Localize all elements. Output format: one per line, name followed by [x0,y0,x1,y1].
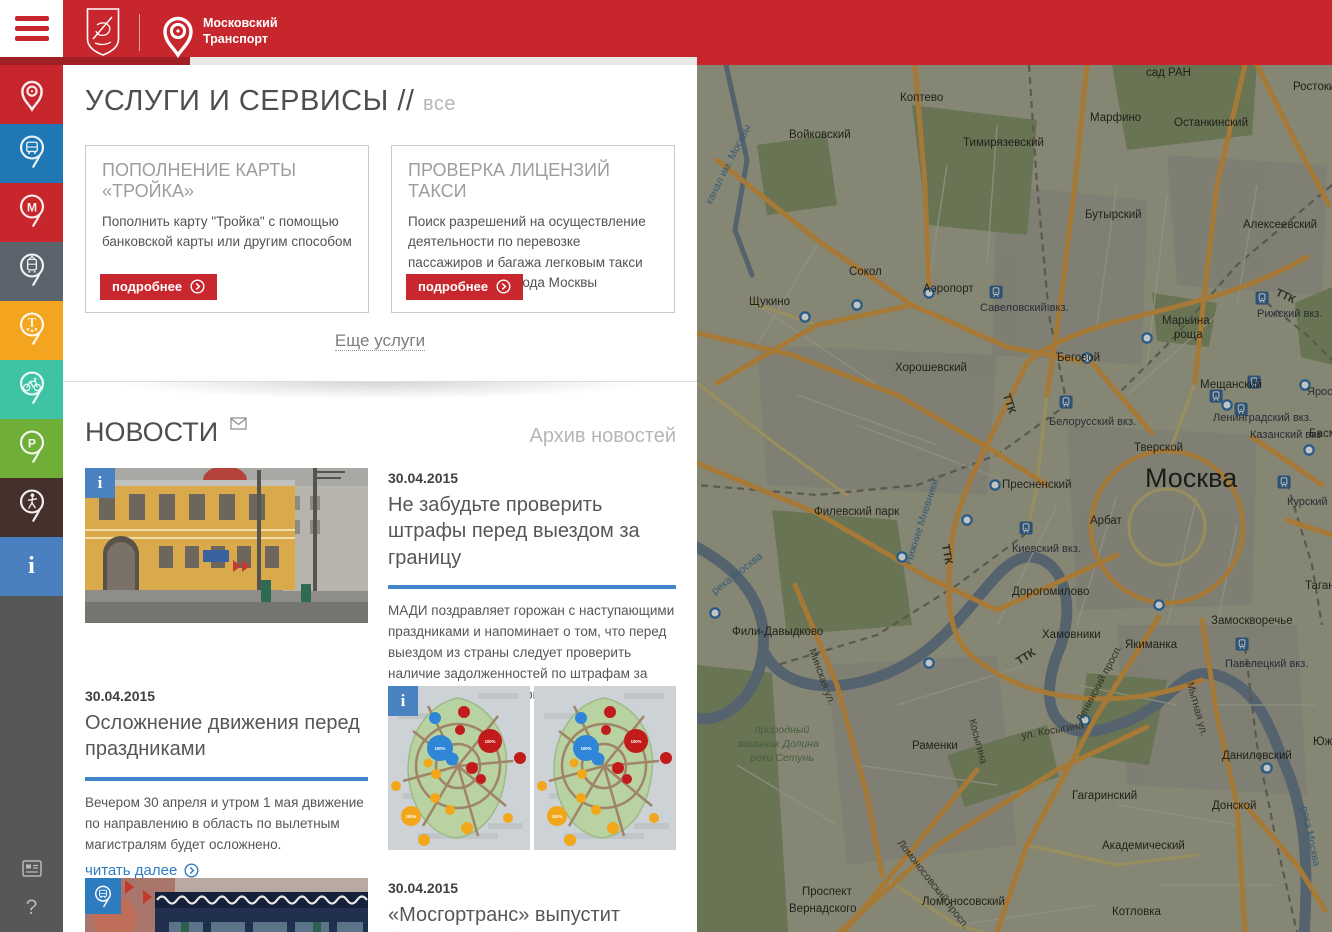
brand-line1: Московский [203,16,278,32]
news-date: 30.04.2015 [388,470,676,486]
news-text: 30.04.2015 Осложнение движения перед пра… [85,686,368,880]
sidebar-item-parking[interactable]: Р [0,419,63,478]
sidebar-item-tram[interactable] [0,242,63,301]
header-divider [139,14,140,51]
card-details-button[interactable]: подробнее [406,274,523,300]
map-dim-overlay [697,65,1332,932]
mt-pin-logo-icon [14,71,50,118]
news-photo-traffic-maps[interactable]: 100% 100% [388,686,676,850]
sidebar-item-metro[interactable]: М [0,183,63,242]
news-date: 30.04.2015 [388,880,676,896]
sidebar-item-taxi[interactable]: Т [0,301,63,360]
sidebar-item-bike[interactable] [0,360,63,419]
sidebar: М Т [0,65,63,932]
sidebar-item-info[interactable]: i [0,537,63,596]
bus-pin-icon [14,130,50,177]
service-card-troika[interactable]: ПОПОЛНЕНИЕ КАРТЫ «ТРОЙКА» Пополнить карт… [85,145,369,313]
circle-arrow-icon [496,279,511,294]
more-services-link[interactable]: Еще услуги [335,331,425,351]
menu-button[interactable] [0,0,63,57]
info-icon: i [28,553,35,580]
news-rule [85,777,368,781]
card-details-button[interactable]: подробнее [100,274,217,300]
moscow-transport-logo-icon [155,8,201,63]
news-title: НОВОСТИ [85,417,247,448]
feedback-icon[interactable] [22,860,42,881]
brand-line2: Транспорт [203,32,278,48]
section-divider [63,381,697,406]
help-icon[interactable]: ? [26,897,38,918]
news-item: 30.04.2015 Осложнение движения перед пра… [85,686,676,880]
content-top-strip [190,57,697,65]
svg-text:М: М [26,200,36,214]
news-body: Вечером 30 апреля и утром 1 мая движение… [85,793,368,856]
info-badge: i [85,468,115,498]
news-photo-building[interactable]: i [85,468,368,623]
taxi-pin-icon: Т [14,307,50,354]
pedestrian-pin-icon [14,484,50,531]
moscow-map[interactable]: сад РАНРостокиноКоптевоВойковскийТимиряз… [697,65,1332,932]
moscow-coat-of-arms-icon [85,7,121,62]
news-item: 30.04.2015 «Мосгортранс» выпустит беспла… [85,878,676,932]
sidebar-item-ground-transport[interactable] [0,124,63,183]
news-headline[interactable]: «Мосгортранс» выпустит бесплатные билеты… [388,902,676,932]
card-title: ПОПОЛНЕНИЕ КАРТЫ «ТРОЙКА» [102,160,352,202]
services-title: УСЛУГИ И СЕРВИСЫ // все [85,85,456,118]
parking-pin-icon: Р [14,425,50,472]
sidebar-item-transport-portal[interactable] [0,65,63,124]
sidebar-footer: ? [0,860,63,918]
service-cards: ПОПОЛНЕНИЕ КАРТЫ «ТРОЙКА» Пополнить карт… [85,145,675,313]
card-title: ПРОВЕРКА ЛИЦЕНЗИЙ ТАКСИ [408,160,658,202]
sidebar-item-pedestrian[interactable] [0,478,63,537]
info-badge: i [388,686,418,716]
mosgortrans-portal: Московский Транспорт [0,0,1332,932]
news-text: 30.04.2015 «Мосгортранс» выпустит беспла… [388,878,676,932]
svg-text:Р: Р [27,436,35,450]
button-label: подробнее [418,279,488,294]
services-all-link[interactable]: все [423,93,456,115]
news-headline[interactable]: Не забудьте проверить штрафы перед выезд… [388,492,676,571]
news-date: 30.04.2015 [85,688,368,704]
circle-arrow-icon [184,863,199,878]
read-more-label: читать далее [85,862,177,879]
read-more-link[interactable]: читать далее [85,862,199,879]
main-panel: УСЛУГИ И СЕРВИСЫ // все ПОПОЛНЕНИЕ КАРТЫ… [63,65,697,932]
header: Московский Транспорт [0,0,1332,65]
bike-pin-icon [14,366,50,413]
services-title-text: УСЛУГИ И СЕРВИСЫ // [85,85,414,117]
tram-pin-icon [14,248,50,295]
envelope-icon [230,417,247,430]
button-label: подробнее [112,279,182,294]
transport-badge [85,878,121,914]
circle-arrow-icon [190,279,205,294]
news-archive-link[interactable]: Архив новостей [529,425,676,448]
news-title-text: НОВОСТИ [85,417,218,447]
more-services: Еще услуги [63,331,697,351]
brand-text: Московский Транспорт [203,16,278,47]
svg-text:Т: Т [27,316,35,330]
news-rule [388,585,676,589]
service-card-taxi-license[interactable]: ПРОВЕРКА ЛИЦЕНЗИЙ ТАКСИ Поиск разрешений… [391,145,675,313]
news-photo-bus[interactable] [85,878,368,932]
card-body: Пополнить карту "Тройка" с помощью банко… [102,212,352,253]
news-headline[interactable]: Осложнение движения перед праздниками [85,710,368,763]
metro-pin-icon: М [14,189,50,236]
